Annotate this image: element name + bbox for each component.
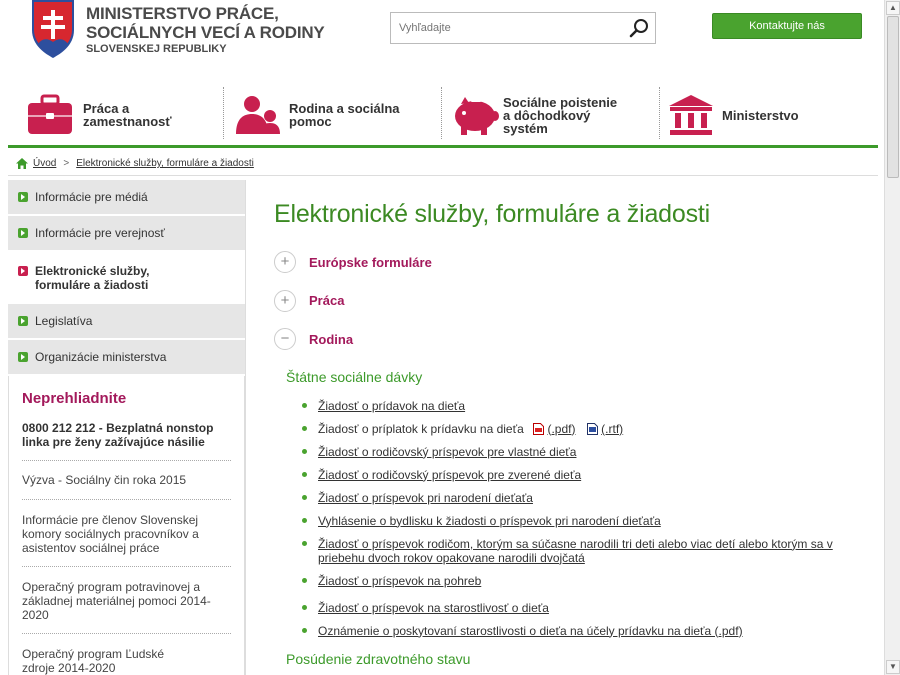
- document-link[interactable]: Vyhlásenie o bydlisku k žiadosti o prísp…: [318, 514, 661, 528]
- sidebar-item-e-services[interactable]: Elektronické služby, formuláre a žiadost…: [8, 252, 245, 304]
- list-item: Žiadosť o príspevok na starostlivosť o d…: [302, 601, 862, 615]
- nav-item-social-insurance[interactable]: Sociálne poistenie a dôchodkový systém: [451, 85, 661, 145]
- accordion-european-forms[interactable]: + Európske formuláre: [274, 243, 877, 282]
- list-item: Žiadosť o prídavok na dieťa: [302, 399, 862, 413]
- sidebar-item-public-info[interactable]: Informácie pre verejnosť: [8, 216, 245, 252]
- search-icon[interactable]: [629, 18, 649, 38]
- list-item: Žiadosť o príspevok na pohreb: [302, 574, 862, 588]
- site-name[interactable]: MINISTERSTVO PRÁCE, SOCIÁLNYCH VECÍ A RO…: [86, 4, 325, 56]
- highlight-item[interactable]: 0800 212 212 - Bezplatná nonstop linka p…: [22, 421, 231, 461]
- expand-plus-icon[interactable]: +: [274, 251, 296, 274]
- document-link[interactable]: Žiadosť o rodičovský príspevok pre vlast…: [318, 445, 576, 459]
- sidebar-item-organizations[interactable]: Organizácie ministerstva: [8, 340, 245, 376]
- nav-divider: [441, 87, 442, 139]
- sidebar-item-media-info[interactable]: Informácie pre médiá: [8, 180, 245, 216]
- document-link[interactable]: Žiadosť o príspevok pri narodení dieťaťa: [318, 491, 533, 505]
- arrow-bullet-icon: [18, 266, 28, 276]
- collapse-minus-icon[interactable]: −: [274, 328, 296, 351]
- document-list: Žiadosť o prídavok na dieťa Žiadosť o pr…: [302, 399, 862, 638]
- site-header: MINISTERSTVO PRÁCE, SOCIÁLNYCH VECÍ A RO…: [0, 0, 884, 85]
- building-icon: [669, 95, 713, 135]
- site-name-line1: MINISTERSTVO PRÁCE,: [86, 4, 279, 23]
- document-link[interactable]: Žiadosť o príspevok na starostlivosť o d…: [318, 601, 549, 615]
- scroll-down-arrow-icon[interactable]: ▼: [886, 660, 900, 674]
- highlight-item[interactable]: Informácie pre členov Slovenskej komory …: [22, 500, 231, 567]
- list-item: Oznámenie o poskytovaní starostlivosti o…: [302, 624, 862, 638]
- sidebar-item-legislation[interactable]: Legislatíva: [8, 304, 245, 340]
- highlights-panel: Neprehliadnite 0800 212 212 - Bezplatná …: [8, 376, 245, 675]
- document-link[interactable]: Žiadosť o rodičovský príspevok pre zvere…: [318, 468, 581, 482]
- pdf-file-icon: [533, 422, 545, 435]
- rtf-link[interactable]: (.rtf): [601, 422, 623, 436]
- accordion-work[interactable]: + Práca: [274, 282, 877, 321]
- nav-item-work[interactable]: Práca a zamestnanosť: [26, 85, 226, 145]
- list-item: Žiadosť o príspevok pri narodení dieťaťa: [302, 491, 862, 505]
- vertical-scrollbar[interactable]: ▲ ▼: [884, 0, 900, 675]
- arrow-bullet-icon: [18, 352, 28, 362]
- family-icon: [236, 96, 280, 134]
- rtf-file-icon: [586, 422, 598, 435]
- list-item: Vyhlásenie o bydlisku k žiadosti o prísp…: [302, 514, 862, 528]
- breadcrumb: Úvod > Elektronické služby, formuláre a …: [8, 152, 878, 176]
- piggy-bank-icon: [455, 97, 499, 135]
- nav-label-work: Práca a zamestnanosť: [83, 101, 172, 129]
- scroll-up-arrow-icon[interactable]: ▲: [886, 1, 900, 15]
- page-title: Elektronické služby, formuláre a žiadost…: [274, 200, 710, 228]
- main-content: Elektronické služby, formuláre a žiadost…: [245, 180, 877, 675]
- document-link[interactable]: Žiadosť o príspevok rodičom, ktorým sa s…: [318, 537, 833, 565]
- home-icon[interactable]: [16, 158, 28, 169]
- scrollbar-thumb[interactable]: [887, 16, 899, 178]
- breadcrumb-current-link[interactable]: Elektronické služby, formuláre a žiadost…: [76, 158, 254, 169]
- list-item: Žiadosť o rodičovský príspevok pre vlast…: [302, 445, 862, 459]
- contact-us-button[interactable]: Kontaktujte nás: [712, 13, 862, 39]
- breadcrumb-home-link[interactable]: Úvod: [33, 158, 56, 169]
- site-name-line2: SOCIÁLNYCH VECÍ A RODINY: [86, 23, 325, 42]
- document-link[interactable]: Žiadosť o prídavok na dieťa: [318, 399, 465, 413]
- nav-item-ministry[interactable]: Ministerstvo: [668, 85, 868, 145]
- search-box: [390, 12, 656, 44]
- list-item: Žiadosť o príplatok k prídavku na dieťa …: [302, 422, 862, 436]
- expand-plus-icon[interactable]: +: [274, 289, 296, 312]
- arrow-bullet-icon: [18, 228, 28, 238]
- arrow-bullet-icon: [18, 316, 28, 326]
- coat-of-arms-logo[interactable]: [30, 0, 76, 58]
- accordion-family[interactable]: − Rodina: [274, 320, 877, 359]
- section-heading-health-assessment: Posúdenie zdravotného stavu: [286, 650, 471, 667]
- nav-item-family[interactable]: Rodina a sociálna pomoc: [234, 85, 444, 145]
- sidebar: Informácie pre médiá Informácie pre vere…: [8, 180, 245, 675]
- nav-label-family: Rodina a sociálna pomoc: [289, 101, 400, 129]
- highlight-item[interactable]: Operačný program Ľudské zdroje 2014-2020: [22, 634, 231, 675]
- main-navigation: Práca a zamestnanosť Rodina a sociálna pom…: [8, 85, 878, 148]
- highlight-item[interactable]: Operačný program potravinovej a základne…: [22, 567, 231, 634]
- section-heading-state-benefits: Štátne sociálne dávky: [286, 368, 423, 385]
- site-name-line3: SLOVENSKEJ REPUBLIKY: [86, 43, 227, 55]
- highlights-title: Neprehliadnite: [22, 390, 127, 407]
- list-item: Žiadosť o rodičovský príspevok pre zvere…: [302, 468, 862, 482]
- document-link[interactable]: Oznámenie o poskytovaní starostlivosti o…: [318, 624, 743, 638]
- breadcrumb-separator: >: [63, 158, 70, 169]
- document-link[interactable]: Žiadosť o príspevok na pohreb: [318, 574, 481, 588]
- document-label: Žiadosť o príplatok k prídavku na dieťa: [318, 421, 524, 436]
- search-input[interactable]: [391, 13, 611, 43]
- arrow-bullet-icon: [18, 192, 28, 202]
- briefcase-icon: [28, 94, 72, 134]
- nav-divider: [659, 87, 660, 139]
- nav-divider: [223, 87, 224, 139]
- nav-label-social-insurance: Sociálne poistenie a dôchodkový systém: [503, 94, 618, 136]
- nav-label-ministry: Ministerstvo: [722, 107, 799, 123]
- list-item: Žiadosť o príspevok rodičom, ktorým sa s…: [302, 537, 862, 565]
- highlight-item[interactable]: Výzva - Sociálny čin roka 2015: [22, 461, 231, 500]
- pdf-link[interactable]: (.pdf): [547, 422, 575, 436]
